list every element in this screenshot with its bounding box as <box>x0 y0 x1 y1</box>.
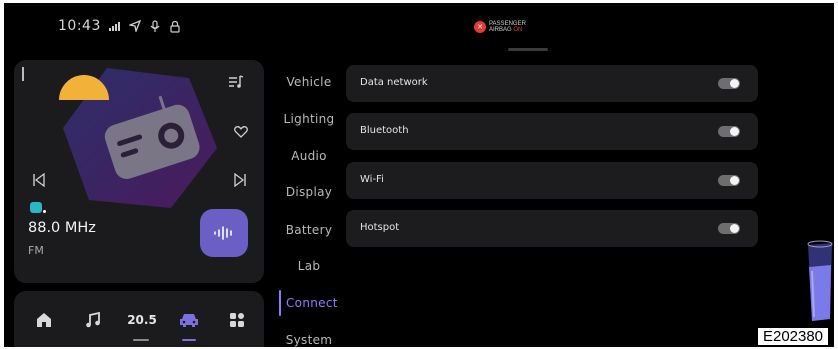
waveform-icon <box>214 226 232 240</box>
wifi-toggle[interactable] <box>718 175 740 186</box>
setting-row-data-network[interactable]: Data network <box>346 65 758 102</box>
bluetooth-toggle[interactable] <box>718 126 740 137</box>
lock-icon <box>169 19 181 33</box>
car-icon[interactable] <box>178 309 200 331</box>
menu-item-audio[interactable]: Audio <box>269 149 349 163</box>
infotainment-screen: 10:43 ✕ PASSENGER AIRBAG ON 88.0 MHz FM … <box>4 3 834 347</box>
airbag-label-line2: AIRBAG <box>489 27 512 33</box>
pull-down-handle[interactable] <box>508 48 548 51</box>
clock: 10:43 <box>58 18 101 34</box>
menu-item-battery[interactable]: Battery <box>269 223 349 237</box>
microphone-icon <box>149 19 161 33</box>
voice-assistant-button[interactable] <box>200 209 248 257</box>
radio-frequency: 88.0 MHz <box>28 220 96 236</box>
climate-indicator-bar <box>133 339 149 341</box>
settings-category-menu: Vehicle Lighting Audio Display Battery L… <box>269 3 349 347</box>
setting-label: Bluetooth <box>360 125 409 136</box>
home-icon[interactable] <box>33 309 55 331</box>
glass-illustration <box>807 240 833 321</box>
menu-item-display[interactable]: Display <box>269 185 349 199</box>
figure-code: E202380 <box>757 327 829 346</box>
music-icon[interactable] <box>82 309 104 331</box>
status-bar: 10:43 <box>58 18 181 34</box>
menu-item-lab[interactable]: Lab <box>269 259 349 273</box>
setting-row-wifi[interactable]: Wi-Fi <box>346 162 758 199</box>
menu-item-connect[interactable]: Connect <box>269 296 349 310</box>
apps-grid-icon[interactable] <box>226 309 248 331</box>
previous-icon[interactable] <box>32 173 45 187</box>
setting-label: Wi-Fi <box>360 174 384 185</box>
airbag-icon: ✕ <box>474 21 486 33</box>
setting-label: Hotspot <box>360 222 400 233</box>
radio-band: FM <box>28 244 44 257</box>
active-dock-indicator <box>182 339 196 341</box>
menu-item-system[interactable]: System <box>269 333 349 347</box>
signal-icon <box>108 19 121 33</box>
menu-item-vehicle[interactable]: Vehicle <box>269 75 349 89</box>
setting-row-bluetooth[interactable]: Bluetooth <box>346 113 758 150</box>
bottom-dock: 20.5 <box>14 291 264 347</box>
playlist-icon[interactable] <box>228 75 244 89</box>
media-card[interactable]: 88.0 MHz FM <box>14 60 264 283</box>
airbag-state: ON <box>513 27 523 33</box>
data-network-toggle[interactable] <box>718 78 740 89</box>
source-dot-icon <box>43 210 46 213</box>
favorite-icon[interactable] <box>234 126 248 138</box>
passenger-airbag-indicator: ✕ PASSENGER AIRBAG ON <box>474 21 526 33</box>
next-icon[interactable] <box>234 173 247 187</box>
setting-row-hotspot[interactable]: Hotspot <box>346 210 758 247</box>
hotspot-toggle[interactable] <box>718 223 740 234</box>
menu-item-lighting[interactable]: Lighting <box>269 112 349 126</box>
volume-indicator <box>22 67 24 81</box>
navigation-icon <box>128 19 141 33</box>
climate-temperature[interactable]: 20.5 <box>127 309 157 331</box>
radio-source-icon <box>30 202 42 213</box>
radio-artwork <box>59 68 217 208</box>
setting-label: Data network <box>360 77 428 88</box>
